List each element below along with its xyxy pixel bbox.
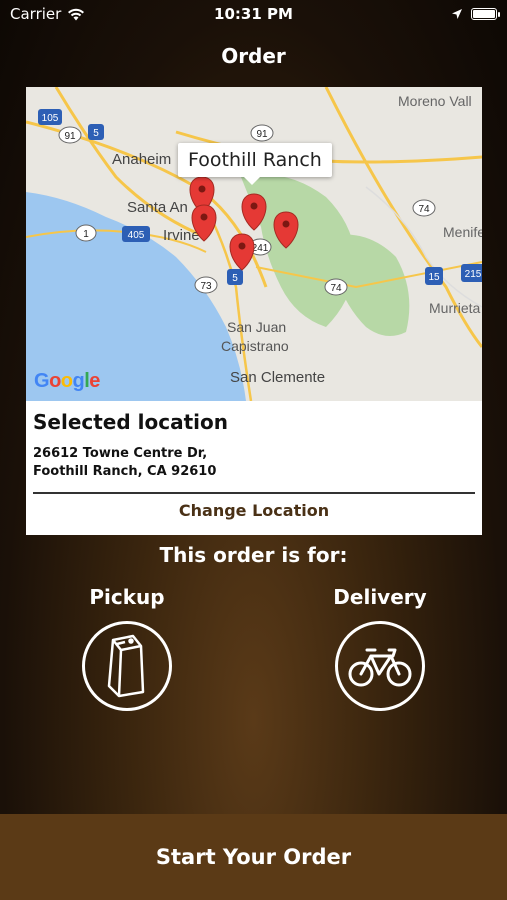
location-arrow-icon: [452, 9, 462, 19]
map-label: San Juan: [227, 319, 286, 335]
svg-text:15: 15: [428, 272, 440, 283]
map-label: Murrieta: [429, 300, 481, 316]
status-right: [451, 8, 500, 20]
order-type-heading: This order is for:: [159, 543, 348, 567]
svg-text:73: 73: [200, 281, 212, 292]
map-tooltip: Foothill Ranch: [178, 143, 332, 185]
svg-text:91: 91: [256, 129, 268, 140]
battery-icon: [471, 8, 500, 20]
delivery-circle[interactable]: [335, 621, 425, 711]
svg-text:105: 105: [42, 113, 59, 124]
wifi-icon: [68, 8, 85, 20]
pickup-label: Pickup: [89, 585, 165, 609]
map-label: Moreno Vall: [398, 93, 472, 109]
address-line-1: 26612 Towne Centre Dr,: [33, 446, 208, 461]
page-title: Order: [221, 44, 286, 68]
map-label: Capistrano: [221, 338, 289, 354]
address-line-2: Foothill Ranch, CA 92610: [33, 464, 217, 479]
svg-text:5: 5: [232, 273, 238, 284]
google-logo: Google: [34, 370, 100, 392]
delivery-option[interactable]: Delivery: [305, 585, 455, 711]
change-location-button[interactable]: Change Location: [26, 501, 482, 520]
svg-text:5: 5: [93, 128, 99, 139]
delivery-label: Delivery: [333, 585, 427, 609]
map-label: Menife: [443, 224, 482, 240]
svg-text:91: 91: [64, 131, 76, 142]
svg-text:74: 74: [330, 283, 342, 294]
paper-bag-icon: [107, 634, 145, 698]
pickup-option[interactable]: Pickup: [52, 585, 202, 711]
carrier-label: Carrier: [10, 5, 62, 23]
map-label: Anaheim: [112, 151, 171, 168]
map-label: San Clemente: [230, 369, 325, 386]
map-view[interactable]: Moreno Vall Anaheim Santa An Irvine Meni…: [26, 87, 482, 401]
bicycle-icon: [348, 648, 412, 687]
divider: [33, 492, 475, 494]
pickup-circle[interactable]: [82, 621, 172, 711]
location-card: Moreno Vall Anaheim Santa An Irvine Meni…: [26, 87, 482, 535]
status-left: Carrier: [10, 5, 85, 23]
map-label: Irvine: [163, 227, 200, 244]
start-order-button[interactable]: Start Your Order: [0, 814, 507, 900]
selected-location-title: Selected location: [33, 410, 228, 434]
svg-text:215: 215: [465, 269, 482, 280]
map-canvas[interactable]: Moreno Vall Anaheim Santa An Irvine Meni…: [26, 87, 482, 401]
status-bar: Carrier 10:31 PM: [0, 0, 507, 28]
location-address: 26612 Towne Centre Dr, Foothill Ranch, C…: [33, 445, 216, 481]
svg-text:405: 405: [128, 230, 145, 241]
svg-text:1: 1: [83, 229, 89, 240]
svg-text:74: 74: [418, 204, 430, 215]
map-label: Santa An: [127, 199, 188, 216]
